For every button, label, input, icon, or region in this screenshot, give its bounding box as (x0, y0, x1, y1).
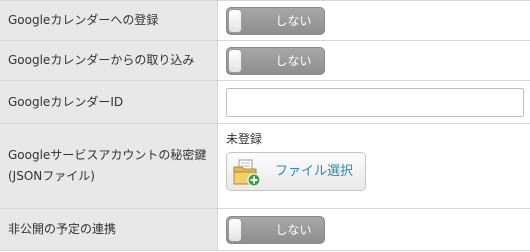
setting-row-private-events: 非公開の予定の連携 しない (0, 209, 530, 251)
setting-label: Googleカレンダーからの取り込み (0, 41, 218, 80)
setting-value: しない (218, 41, 530, 80)
toggle-knob[interactable] (228, 218, 242, 242)
calendar-id-input[interactable] (226, 88, 524, 117)
setting-row-service-account-key: Googleサービスアカウントの秘密鍵 (JSONファイル) 未登録 ファイル選… (0, 124, 530, 209)
setting-value (218, 81, 530, 123)
toggle-knob[interactable] (228, 49, 242, 73)
setting-row-calendar-import: Googleカレンダーからの取り込み しない (0, 41, 530, 81)
setting-label: GoogleカレンダーID (0, 81, 218, 123)
setting-label: Googleサービスアカウントの秘密鍵 (JSONファイル) (0, 124, 218, 208)
key-status-text: 未登録 (226, 132, 263, 146)
file-select-label: ファイル選択 (275, 164, 354, 179)
setting-row-calendar-id: GoogleカレンダーID (0, 81, 530, 124)
folder-add-icon (233, 159, 261, 187)
setting-label-line2: (JSONファイル) (8, 169, 95, 183)
setting-label: Googleカレンダーへの登録 (0, 1, 218, 40)
setting-row-calendar-register: Googleカレンダーへの登録 しない (0, 1, 530, 41)
setting-value: しない (218, 1, 530, 40)
setting-value: 未登録 ファイル選択 (218, 124, 530, 208)
calendar-register-toggle[interactable]: しない (226, 7, 325, 35)
toggle-knob[interactable] (228, 9, 242, 33)
settings-form: Googleカレンダーへの登録 しない Googleカレンダーからの取り込み し… (0, 0, 530, 252)
setting-value: しない (218, 209, 530, 250)
toggle-state-text: しない (275, 54, 312, 68)
private-events-toggle[interactable]: しない (226, 216, 325, 244)
setting-label: 非公開の予定の連携 (0, 209, 218, 250)
file-select-button[interactable]: ファイル選択 (226, 152, 366, 191)
toggle-state-text: しない (275, 223, 312, 237)
toggle-state-text: しない (275, 14, 312, 28)
setting-label-line1: Googleサービスアカウントの秘密鍵 (8, 148, 207, 162)
calendar-import-toggle[interactable]: しない (226, 47, 325, 75)
